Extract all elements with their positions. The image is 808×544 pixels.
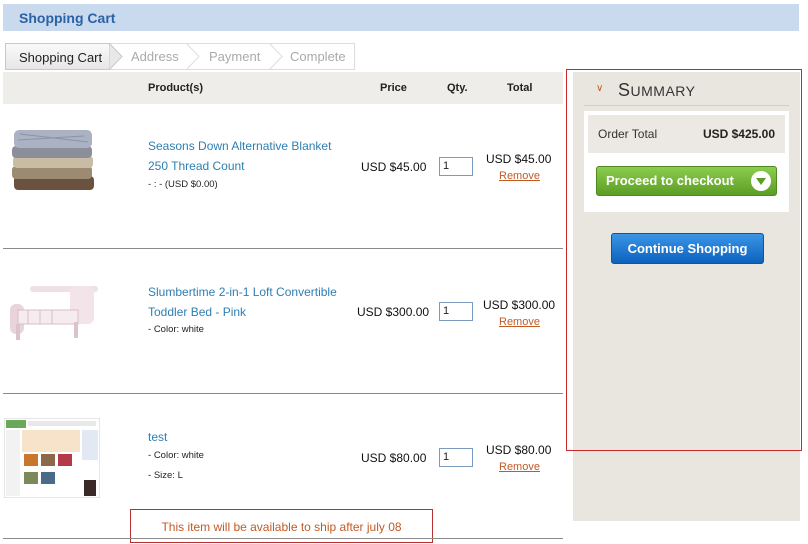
remove-link[interactable]: Remove	[499, 461, 540, 473]
product-option: - : - (USD $0.00)	[148, 179, 218, 190]
step-address: Address	[131, 49, 179, 64]
summary-title: SUMMARY	[618, 80, 696, 100]
item-total: USD $45.00	[486, 152, 552, 166]
product-option: - Size: L	[148, 470, 183, 481]
row-divider	[3, 248, 563, 249]
product-name-link[interactable]: test	[148, 427, 353, 447]
step-chevron-icon	[269, 43, 283, 70]
remove-link[interactable]: Remove	[499, 316, 540, 328]
item-price: USD $80.00	[361, 451, 427, 465]
item-total: USD $300.00	[483, 298, 556, 312]
step-chevron-icon	[186, 43, 200, 70]
step-chevron-icon	[109, 43, 123, 70]
item-price: USD $300.00	[357, 305, 430, 319]
continue-shopping-button[interactable]: Continue Shopping	[611, 233, 764, 264]
page-title-bar: Shopping Cart	[3, 4, 799, 31]
cart-table-header: Product(s) Price Qty. Total	[3, 72, 563, 104]
step-shopping-cart: Shopping Cart	[5, 43, 109, 70]
product-name-link[interactable]: Slumbertime 2-in-1 Loft Convertible Todd…	[148, 282, 353, 322]
row-divider	[3, 538, 563, 539]
step-payment: Payment	[209, 49, 261, 64]
order-total-row: Order Total USD $425.00	[588, 115, 785, 153]
header-total: Total	[507, 82, 533, 94]
summary-header[interactable]: ∨ SUMMARY	[584, 74, 789, 106]
checkout-steps: Shopping Cart Address Payment Complete	[5, 43, 355, 70]
row-divider	[3, 393, 563, 394]
item-total: USD $80.00	[486, 443, 552, 457]
product-image-toddler-bed[interactable]	[8, 280, 98, 342]
header-price: Price	[380, 82, 407, 94]
product-option: - Color: white	[148, 324, 204, 335]
product-image-website[interactable]	[4, 418, 100, 498]
summary-card: Order Total USD $425.00 Proceed to check…	[584, 111, 789, 212]
step-complete: Complete	[290, 49, 346, 64]
product-image-blanket[interactable]	[8, 124, 98, 204]
order-total-label: Order Total	[598, 127, 658, 141]
item-price: USD $45.00	[361, 160, 427, 174]
chevron-down-icon[interactable]: ∨	[596, 83, 603, 94]
proceed-to-checkout-button[interactable]: Proceed to checkout	[596, 166, 777, 196]
remove-link[interactable]: Remove	[499, 170, 540, 182]
page-title: Shopping Cart	[19, 10, 116, 26]
arrow-down-circle-icon	[751, 171, 771, 191]
quantity-input[interactable]: 1	[439, 157, 473, 176]
header-qty: Qty.	[447, 82, 468, 94]
header-products: Product(s)	[148, 82, 203, 94]
order-total-value: USD $425.00	[702, 127, 775, 141]
product-name-link[interactable]: Seasons Down Alternative Blanket 250 Thr…	[148, 136, 353, 176]
quantity-input[interactable]: 1	[439, 302, 473, 321]
quantity-input[interactable]: 1	[439, 448, 473, 467]
product-option: - Color: white	[148, 450, 204, 461]
